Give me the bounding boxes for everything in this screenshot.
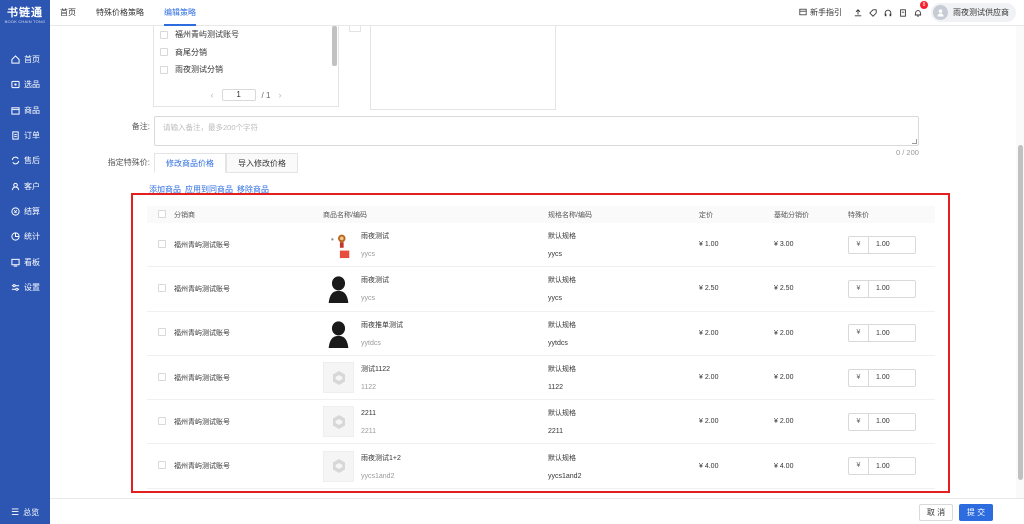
footer-bar: 取 消 提 交	[50, 498, 1024, 524]
logo-subtext: BOOK CHAIN TONG	[4, 19, 46, 24]
sidebar: 书链通 BOOK CHAIN TONG 首页选品商品订单售后客户结算统计看板设置…	[0, 0, 50, 524]
book-icon[interactable]	[896, 6, 909, 19]
transfer-divider	[349, 26, 361, 32]
goods-icon	[11, 106, 20, 115]
cancel-button[interactable]: 取 消	[919, 504, 953, 521]
distributor-picker: 福州青屿测试账号 商尾分销雨夜测试分销 ‹ 1 / 1 ›	[153, 26, 339, 107]
logo-text: 书链通	[7, 7, 43, 19]
user-menu[interactable]: 雨夜测试供应商	[931, 3, 1016, 22]
distributor-option-label: 福州青屿测试账号	[175, 30, 239, 40]
order-icon	[11, 131, 20, 140]
upload-icon[interactable]	[851, 6, 864, 19]
sidebar-item-8[interactable]: 看板	[0, 249, 50, 274]
selected-distributor-panel	[370, 26, 556, 110]
home-icon	[11, 55, 20, 64]
distributor-list: 福州青屿测试账号 商尾分销雨夜测试分销	[154, 26, 338, 79]
special-price-label: 指定特殊价:	[107, 158, 150, 167]
main-content: 福州青屿测试账号 商尾分销雨夜测试分销 ‹ 1 / 1 › 备注: 请输入备注，最…	[50, 26, 1016, 498]
distributor-option[interactable]: 福州青屿测试账号	[154, 26, 338, 44]
checkbox[interactable]	[160, 65, 168, 74]
submit-button[interactable]: 提 交	[959, 504, 993, 521]
header-tab-0[interactable]: 首页	[50, 0, 86, 26]
remark-input[interactable]: 请输入备注，最多200个字符	[154, 116, 919, 146]
checkbox[interactable]	[160, 48, 168, 57]
collapse-label: 总览	[23, 508, 40, 517]
guide-icon	[799, 8, 807, 18]
next-page-icon[interactable]: ›	[278, 90, 281, 100]
resize-handle-icon[interactable]	[912, 139, 917, 144]
notification-badge: 8	[920, 1, 928, 9]
avatar	[933, 5, 948, 20]
guide-label: 新手指引	[810, 8, 842, 17]
prev-page-icon[interactable]: ‹	[211, 90, 214, 100]
distributor-option[interactable]: 商尾分销	[154, 44, 338, 62]
sidebar-item-label: 统计	[24, 232, 40, 242]
stats-icon	[11, 232, 20, 241]
price-tab-0[interactable]: 修改商品价格	[154, 153, 226, 173]
sidebar-item-4[interactable]: 售后	[0, 148, 50, 173]
sidebar-item-5[interactable]: 客户	[0, 173, 50, 198]
guide-button[interactable]: 新手指引	[799, 7, 842, 18]
sidebar-item-1[interactable]: 选品	[0, 72, 50, 97]
headset-icon[interactable]	[881, 6, 894, 19]
sidebar-item-2[interactable]: 商品	[0, 98, 50, 123]
sidebar-item-label: 商品	[24, 105, 40, 115]
distributor-option-label: 雨夜测试分销	[175, 65, 223, 75]
remark-label: 备注:	[131, 122, 150, 131]
sidebar-item-label: 选品	[24, 80, 40, 90]
page-scrollbar-thumb[interactable]	[1018, 145, 1023, 480]
bell-icon[interactable]: 8	[911, 1, 928, 19]
page-input[interactable]: 1	[221, 89, 256, 101]
settle-icon	[11, 207, 20, 216]
select-icon	[11, 80, 20, 89]
checkbox[interactable]	[160, 30, 168, 39]
page-tabs: 首页 特殊价格策略 编辑策略	[50, 0, 206, 26]
price-tab-1[interactable]: 导入修改价格	[226, 153, 298, 173]
header-tab-1[interactable]: 特殊价格策略	[86, 0, 154, 26]
picker-pagination: ‹ 1 / 1 ›	[154, 89, 338, 101]
sidebar-item-label: 结算	[24, 206, 40, 216]
sidebar-nav: 首页选品商品订单售后客户结算统计看板设置	[0, 47, 50, 300]
sidebar-item-label: 售后	[24, 156, 40, 166]
tag-icon[interactable]	[866, 6, 879, 19]
sidebar-item-label: 客户	[24, 181, 40, 191]
header-actions: 新手指引 8 雨夜测试供应商	[799, 0, 1024, 26]
sidebar-item-label: 设置	[24, 282, 40, 292]
page-total: / 1	[261, 90, 271, 100]
sidebar-item-9[interactable]: 设置	[0, 275, 50, 300]
customer-icon	[11, 182, 20, 191]
sidebar-item-3[interactable]: 订单	[0, 123, 50, 148]
remark-counter: 0 / 200	[896, 148, 919, 157]
logo: 书链通 BOOK CHAIN TONG	[0, 0, 50, 30]
sidebar-item-label: 首页	[24, 55, 40, 65]
highlight-box	[131, 193, 950, 493]
settings-icon	[11, 283, 20, 292]
user-name: 雨夜测试供应商	[953, 8, 1009, 17]
sidebar-item-0[interactable]: 首页	[0, 47, 50, 72]
distributor-option-label: 商尾分销	[175, 47, 207, 57]
distributor-option[interactable]: 雨夜测试分销	[154, 61, 338, 79]
remark-placeholder: 请输入备注，最多200个字符	[163, 123, 259, 132]
sidebar-collapse-button[interactable]: ☰ 总览	[11, 507, 39, 518]
aftersale-icon	[11, 156, 20, 165]
sidebar-item-label: 订单	[24, 131, 40, 141]
sidebar-item-6[interactable]: 结算	[0, 199, 50, 224]
picker-scrollbar[interactable]	[332, 26, 337, 66]
header-tab-2[interactable]: 编辑策略	[154, 0, 206, 26]
board-icon	[11, 258, 20, 267]
menu-icon: ☰	[11, 507, 20, 517]
top-header: 首页 特殊价格策略 编辑策略 新手指引 8 雨夜测试供应商	[50, 0, 1024, 26]
sidebar-item-label: 看板	[24, 257, 40, 267]
price-tabs: 修改商品价格 导入修改价格	[154, 153, 298, 173]
sidebar-item-7[interactable]: 统计	[0, 224, 50, 249]
